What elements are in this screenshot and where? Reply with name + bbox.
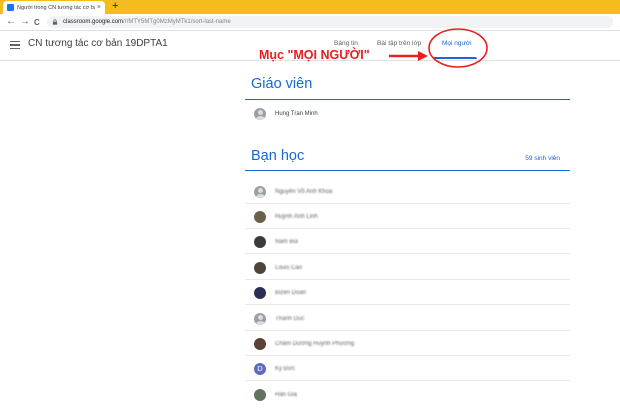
classmate-name: Nguyễn Võ Anh Khoa	[275, 188, 333, 195]
classmate-row[interactable]: Châm Dương Huỳnh Phương	[245, 332, 570, 356]
classmate-row[interactable]: Louis Cao	[245, 256, 570, 280]
avatar-photo-icon	[254, 210, 266, 223]
avatar-letter-icon: D	[254, 362, 266, 375]
classmate-row[interactable]: D Kỳ Đức	[245, 357, 570, 381]
classmate-row[interactable]: Huỳnh Ánh Linh	[245, 205, 570, 229]
classmate-name: Huỳnh Ánh Linh	[275, 213, 318, 220]
avatar-photo-icon	[254, 261, 266, 274]
avatar-placeholder-icon	[254, 108, 266, 120]
teachers-heading: Giáo viên	[251, 76, 313, 92]
avatar-photo-icon	[254, 235, 266, 248]
annotation-arrow-head	[418, 51, 428, 61]
classmate-name: Hân Gia	[275, 392, 298, 398]
classmate-name: Châm Dương Huỳnh Phương	[275, 340, 355, 347]
classmate-row[interactable]: Nguyễn Võ Anh Khoa	[245, 180, 570, 204]
classmate-name: Kỳ Đức	[275, 365, 296, 372]
classmate-name: Thanh Duc	[275, 315, 305, 322]
student-count: 59 sinh viên	[525, 155, 560, 162]
classmates-heading: Bạn học	[251, 148, 305, 164]
teacher-row[interactable]: Hung Tran Minh	[245, 102, 570, 126]
avatar-placeholder-icon	[254, 312, 266, 325]
annotation-label: Mục "MỌI NGƯỜI"	[259, 48, 370, 62]
classmate-row[interactable]: Bizen Doan	[245, 281, 570, 305]
teacher-name: Hung Tran Minh	[275, 111, 318, 117]
classmate-row[interactable]: Hân Gia	[245, 383, 570, 407]
avatar-photo-icon	[254, 337, 266, 350]
classmate-name: Nam Bùi	[275, 238, 299, 245]
avatar-photo-icon	[254, 389, 266, 401]
classmates-divider	[245, 170, 570, 171]
avatar-placeholder-icon	[254, 185, 266, 198]
classmate-row[interactable]: Nam Bùi	[245, 230, 570, 254]
classmate-name: Bizen Doan	[275, 289, 307, 296]
teachers-divider	[245, 99, 570, 100]
classmate-name: Louis Cao	[275, 264, 303, 271]
annotation-ellipse	[428, 28, 488, 68]
avatar-photo-icon	[254, 286, 266, 299]
classmate-row[interactable]: Thanh Duc	[245, 307, 570, 331]
